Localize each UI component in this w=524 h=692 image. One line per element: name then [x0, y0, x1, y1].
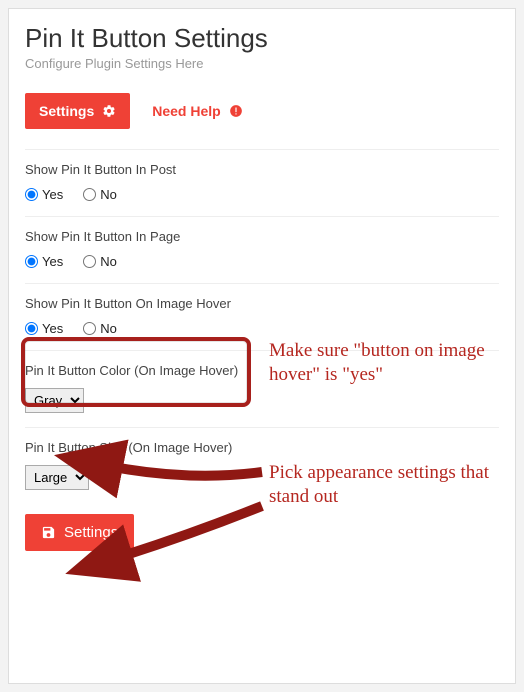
- radio-label: No: [100, 254, 117, 269]
- tab-need-help[interactable]: Need Help: [138, 93, 256, 129]
- radio-input[interactable]: [25, 188, 38, 201]
- field-label: Pin It Button Size (On Image Hover): [25, 440, 499, 455]
- radio-label: No: [100, 321, 117, 336]
- field-show-on-hover: Show Pin It Button On Image Hover Yes No: [25, 296, 499, 336]
- radio-input[interactable]: [25, 255, 38, 268]
- alert-icon: [229, 104, 243, 118]
- tab-bar: Settings Need Help: [25, 93, 499, 129]
- field-label: Show Pin It Button In Page: [25, 229, 499, 244]
- field-size: Pin It Button Size (On Image Hover) Larg…: [25, 440, 499, 490]
- radio-yes[interactable]: Yes: [25, 187, 63, 202]
- save-button-label: Settings: [64, 524, 118, 541]
- tab-settings-label: Settings: [39, 103, 94, 119]
- field-label: Show Pin It Button On Image Hover: [25, 296, 499, 311]
- radio-no[interactable]: No: [83, 187, 117, 202]
- field-show-in-page: Show Pin It Button In Page Yes No: [25, 229, 499, 269]
- divider: [25, 350, 499, 351]
- radio-label: Yes: [42, 187, 63, 202]
- radio-label: Yes: [42, 321, 63, 336]
- field-color: Pin It Button Color (On Image Hover) Gra…: [25, 363, 499, 413]
- divider: [25, 149, 499, 150]
- page-title: Pin It Button Settings: [25, 23, 499, 54]
- radio-input[interactable]: [25, 322, 38, 335]
- divider: [25, 427, 499, 428]
- radio-input[interactable]: [83, 322, 96, 335]
- field-show-in-post: Show Pin It Button In Post Yes No: [25, 162, 499, 202]
- size-select[interactable]: Large: [25, 465, 89, 490]
- tab-settings[interactable]: Settings: [25, 93, 130, 129]
- radio-input[interactable]: [83, 255, 96, 268]
- divider: [25, 216, 499, 217]
- radio-yes[interactable]: Yes: [25, 321, 63, 336]
- gear-icon: [102, 104, 116, 118]
- field-label: Pin It Button Color (On Image Hover): [25, 363, 499, 378]
- divider: [25, 283, 499, 284]
- radio-label: No: [100, 187, 117, 202]
- radio-label: Yes: [42, 254, 63, 269]
- radio-yes[interactable]: Yes: [25, 254, 63, 269]
- save-button[interactable]: Settings: [25, 514, 134, 551]
- radio-no[interactable]: No: [83, 254, 117, 269]
- color-select[interactable]: Gray: [25, 388, 84, 413]
- radio-no[interactable]: No: [83, 321, 117, 336]
- field-label: Show Pin It Button In Post: [25, 162, 499, 177]
- tab-help-label: Need Help: [152, 103, 220, 119]
- save-icon: [41, 525, 56, 540]
- radio-input[interactable]: [83, 188, 96, 201]
- page-subtitle: Configure Plugin Settings Here: [25, 56, 499, 71]
